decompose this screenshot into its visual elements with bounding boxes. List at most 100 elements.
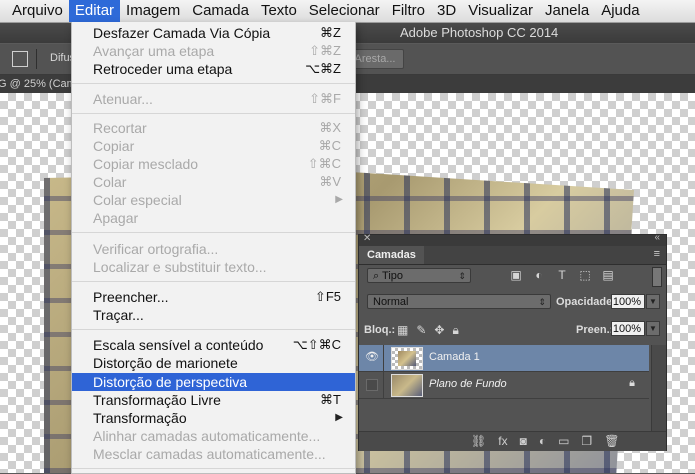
menu-item-label: Avançar uma etapa: [93, 43, 215, 59]
type-filter-icon[interactable]: T: [555, 268, 569, 284]
menu-separator: [72, 232, 355, 233]
menu-item-label: Mesclar camadas automaticamente...: [93, 446, 326, 462]
submenu-arrow-icon: ▶: [335, 194, 343, 205]
lock-pixels-icon[interactable]: ✎: [416, 323, 426, 338]
app-title: Adobe Photoshop CC 2014: [400, 25, 559, 40]
menu-item-label: Copiar: [93, 138, 135, 154]
filter-icons: ▣ ◐ T ⬚ ▤: [509, 268, 615, 284]
menu-item-desfazer[interactable]: Desfazer Camada Via Cópia ⌘Z: [72, 24, 355, 42]
menu-ajuda[interactable]: Ajuda: [595, 0, 645, 22]
menu-item-distorcao-marionete[interactable]: Distorção de marionete: [72, 354, 355, 372]
menu-item-label: Apagar: [93, 210, 139, 226]
link-layers-icon[interactable]: ⛓: [471, 434, 486, 448]
menu-item-shortcut: ⌘X: [319, 120, 341, 135]
layer-style-icon[interactable]: fx: [498, 434, 507, 448]
menu-item-label: Colar: [93, 174, 127, 190]
menu-imagem[interactable]: Imagem: [120, 0, 186, 22]
menu-item-label: Alinhar camadas automaticamente...: [93, 428, 321, 444]
menu-item-label: Verificar ortografia...: [93, 241, 219, 257]
menu-filtro[interactable]: Filtro: [386, 0, 431, 22]
menu-item-mesclar-camadas: Mesclar camadas automaticamente...: [72, 445, 355, 463]
layers-scrollbar[interactable]: [651, 345, 666, 431]
pixel-filter-icon[interactable]: ▣: [509, 268, 523, 284]
menu-item-label: Traçar...: [93, 307, 144, 323]
menu-item-label: Transformação Livre: [93, 392, 221, 408]
menubar: Arquivo Editar Imagem Camada Texto Selec…: [0, 0, 695, 23]
menu-item-tracar[interactable]: Traçar...: [72, 306, 355, 324]
panel-menu-icon[interactable]: ≡: [654, 248, 660, 260]
menu-item-transformacao-livre[interactable]: Transformação Livre ⌘T: [72, 391, 355, 409]
collapse-icon[interactable]: «: [654, 232, 660, 243]
lock-all-icon[interactable]: 🔒︎: [452, 323, 458, 338]
chevron-updown-icon: ⇕: [538, 297, 546, 307]
menu-item-preencher[interactable]: Preencher... ⇧F5: [72, 288, 355, 306]
menu-item-escala-sensivel[interactable]: Escala sensível a conteúdo ⌥⇧⌘C: [72, 336, 355, 354]
menu-3d[interactable]: 3D: [431, 0, 462, 22]
visibility-toggle-box[interactable]: [366, 379, 378, 391]
menu-item-copiar: Copiar ⌘C: [72, 137, 355, 155]
blend-mode-value: Normal: [373, 296, 409, 308]
menu-item-label: Recortar: [93, 120, 147, 136]
menu-editar[interactable]: Editar: [68, 0, 121, 22]
opacity-input[interactable]: 100%: [611, 294, 645, 309]
lock-position-icon[interactable]: ✥: [434, 323, 444, 338]
layer-thumbnail: [391, 347, 423, 370]
menu-item-recortar: Recortar ⌘X: [72, 119, 355, 137]
filter-kind-value: Tipo: [382, 270, 404, 282]
smartobject-filter-icon[interactable]: ▤: [601, 268, 615, 284]
menu-item-label: Desfazer Camada Via Cópia: [93, 25, 271, 41]
visibility-eye-icon[interactable]: 👁︎: [365, 350, 379, 364]
fill-input[interactable]: 100%: [611, 321, 645, 336]
tab-camadas[interactable]: Camadas: [359, 246, 424, 264]
menu-item-shortcut: ⇧F5: [314, 289, 341, 304]
close-icon[interactable]: ✕: [363, 233, 371, 244]
menu-item-retroceder[interactable]: Retroceder uma etapa ⌥⌘Z: [72, 60, 355, 78]
menu-item-colar: Colar ⌘V: [72, 173, 355, 191]
blend-mode-select[interactable]: Normal ⇕: [367, 294, 551, 309]
selection-mode-icon[interactable]: [12, 51, 28, 67]
trash-icon[interactable]: 🗑︎: [604, 434, 619, 448]
options-separator: [36, 49, 37, 69]
adjustment-filter-icon[interactable]: ◐: [532, 268, 546, 284]
menu-selecionar[interactable]: Selecionar: [303, 0, 386, 22]
menu-item-label: Escala sensível a conteúdo: [93, 337, 264, 353]
menu-item-label: Copiar mesclado: [93, 156, 199, 172]
submenu-arrow-icon: ▶: [335, 412, 343, 423]
fill-dropdown[interactable]: ▼: [646, 321, 660, 336]
menu-item-shortcut: ⇧⌘F: [309, 91, 341, 106]
new-layer-icon[interactable]: ❐: [581, 434, 592, 448]
new-group-icon[interactable]: ▭: [558, 434, 569, 448]
menu-separator: [72, 83, 355, 84]
menu-item-shortcut: ⌘C: [318, 138, 341, 153]
menu-item-label: Transformação: [93, 410, 187, 426]
menu-item-apagar: Apagar: [72, 209, 355, 227]
layer-row-camada-1[interactable]: 👁︎ Camada 1: [359, 345, 649, 372]
menu-janela[interactable]: Janela: [539, 0, 595, 22]
lock-label: Bloq.:: [364, 324, 396, 336]
menu-item-shortcut: ⌘Z: [320, 25, 341, 40]
layer-name[interactable]: Camada 1: [429, 351, 480, 363]
chevron-updown-icon: ⇕: [458, 271, 466, 281]
search-icon: ⌕: [373, 270, 383, 282]
menu-arquivo[interactable]: Arquivo: [0, 0, 69, 22]
menu-item-shortcut: ⌥⇧⌘C: [292, 337, 341, 352]
add-mask-icon[interactable]: ◙: [520, 434, 527, 448]
shape-filter-icon[interactable]: ⬚: [578, 268, 592, 284]
layer-name[interactable]: Plano de Fundo: [429, 378, 507, 390]
layers-panel-footer: ⛓ fx ◙ ◐ ▭ ❐ 🗑︎: [359, 431, 666, 451]
fill-label: Preen.:: [576, 324, 614, 336]
menu-item-shortcut: ⌥⌘Z: [305, 61, 341, 76]
layer-row-plano-de-fundo[interactable]: Plano de Fundo 🔒︎: [359, 372, 649, 399]
adjustment-layer-icon[interactable]: ◐: [539, 434, 546, 448]
opacity-dropdown[interactable]: ▼: [646, 294, 660, 309]
menu-item-distorcao-perspectiva[interactable]: Distorção de perspectiva: [72, 373, 355, 391]
filter-kind-select[interactable]: ⌕ Tipo ⇕: [367, 268, 471, 283]
lock-transparency-icon[interactable]: ▦: [397, 323, 408, 338]
document-tab-label: G @ 25% (Cam: [0, 78, 76, 90]
filter-toggle[interactable]: [652, 267, 662, 287]
menu-camada[interactable]: Camada: [186, 0, 255, 22]
menu-texto[interactable]: Texto: [255, 0, 303, 22]
menu-item-transformacao[interactable]: Transformação ▶: [72, 409, 355, 427]
menu-visualizar[interactable]: Visualizar: [462, 0, 539, 22]
menu-separator: [72, 468, 355, 469]
